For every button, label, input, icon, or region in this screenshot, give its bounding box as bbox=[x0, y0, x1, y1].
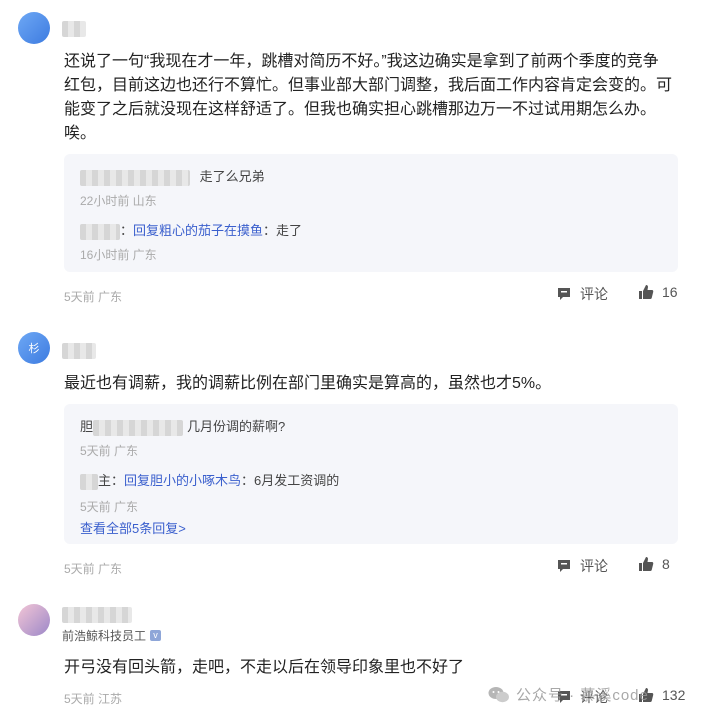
thumbs-up-icon bbox=[639, 557, 654, 571]
blurred-username[interactable] bbox=[93, 419, 184, 436]
employer-badge: 前浩鲸科技员工 v bbox=[62, 627, 162, 644]
comment-button[interactable]: 评论 bbox=[556, 556, 608, 576]
comment-1: 还说了一句“我现在才一年，跳槽对简历不好。”我这边确实是拿到了前两个季度的竞争红… bbox=[0, 0, 713, 320]
username[interactable] bbox=[62, 606, 132, 624]
like-button[interactable]: 16 bbox=[638, 284, 678, 300]
reply-prefix: 主： bbox=[98, 473, 125, 488]
like-count: 132 bbox=[662, 687, 686, 703]
reply-meta: 22小时前 山东 bbox=[80, 194, 157, 208]
reply-item: 胆 几月份调的薪啊? bbox=[80, 416, 285, 436]
reply-username-start[interactable]: 胆 bbox=[80, 419, 93, 434]
badge-text: 前浩鲸科技员工 bbox=[62, 629, 147, 643]
watermark-text: 公众号 · 慕溪code bbox=[516, 687, 649, 704]
view-all-replies-link[interactable]: 查看全部5条回复> bbox=[80, 518, 186, 537]
comment-icon bbox=[558, 288, 570, 300]
blurred-username[interactable] bbox=[80, 169, 190, 186]
comment-meta: 5天前 广东 bbox=[64, 290, 123, 304]
reply-item: 主：回复胆小的小啄木鸟：6月发工资调的 bbox=[80, 470, 339, 490]
comment-label: 评论 bbox=[580, 286, 608, 302]
blurred-username[interactable] bbox=[80, 223, 120, 240]
reply-item: ：回复粗心的茄子在摸鱼：走了 bbox=[80, 220, 302, 240]
reply-box: 走了么兄弟 22小时前 山东 ：回复粗心的茄子在摸鱼：走了 16小时前 广东 bbox=[64, 154, 678, 272]
blurred-username bbox=[62, 607, 132, 624]
avatar[interactable] bbox=[18, 604, 50, 636]
reply-box: 胆 几月份调的薪啊? 5天前 广东 主：回复胆小的小啄木鸟：6月发工资调的 5天前… bbox=[64, 404, 678, 544]
blurred-username bbox=[62, 343, 96, 360]
comment-text: 开弓没有回头箭，走吧，不走以后在领导印象里也不好了 bbox=[64, 659, 465, 676]
reply-text: 几月份调的薪啊? bbox=[187, 419, 286, 434]
reply-meta: 5天前 广东 bbox=[80, 500, 139, 514]
reply-to-link[interactable]: 回复胆小的小啄木鸟 bbox=[124, 473, 241, 488]
comment-meta: 5天前 江苏 bbox=[64, 692, 123, 706]
username[interactable] bbox=[62, 20, 86, 38]
like-count: 8 bbox=[662, 556, 670, 572]
username[interactable] bbox=[62, 342, 96, 360]
comment-meta: 5天前 广东 bbox=[64, 562, 123, 576]
reply-text: ：走了 bbox=[263, 223, 303, 238]
reply-meta: 16小时前 广东 bbox=[80, 248, 157, 262]
wechat-icon bbox=[488, 686, 509, 702]
comment-label: 评论 bbox=[580, 558, 608, 574]
reply-prefix: ： bbox=[120, 223, 134, 238]
watermark: 公众号 · 慕溪code bbox=[488, 684, 649, 705]
comment-2: 杉 最近也有调薪，我的调薪比例在部门里确实是算高的，虽然也才5%。 胆 几月份调的… bbox=[0, 320, 713, 590]
reply-to-link[interactable]: 回复粗心的茄子在摸鱼 bbox=[133, 223, 263, 238]
comment-icon bbox=[558, 560, 570, 572]
reply-item: 走了么兄弟 bbox=[80, 166, 265, 186]
blurred-username bbox=[62, 21, 86, 38]
avatar[interactable] bbox=[18, 12, 50, 44]
like-count: 16 bbox=[662, 284, 678, 300]
reply-meta: 5天前 广东 bbox=[80, 444, 139, 458]
thumbs-up-icon bbox=[639, 285, 654, 299]
blurred-username[interactable] bbox=[80, 473, 98, 490]
reply-text: ：6月发工资调的 bbox=[241, 473, 340, 488]
comment-text: 最近也有调薪，我的调薪比例在部门里确实是算高的，虽然也才5%。 bbox=[64, 375, 552, 392]
comment-button[interactable]: 评论 bbox=[556, 284, 608, 304]
reply-text: 走了么兄弟 bbox=[199, 169, 265, 184]
verified-icon: v bbox=[150, 630, 162, 641]
avatar[interactable]: 杉 bbox=[18, 332, 50, 364]
comment-text: 还说了一句“我现在才一年，跳槽对简历不好。”我这边确实是拿到了前两个季度的竞争红… bbox=[64, 53, 673, 142]
like-button[interactable]: 8 bbox=[638, 556, 670, 572]
